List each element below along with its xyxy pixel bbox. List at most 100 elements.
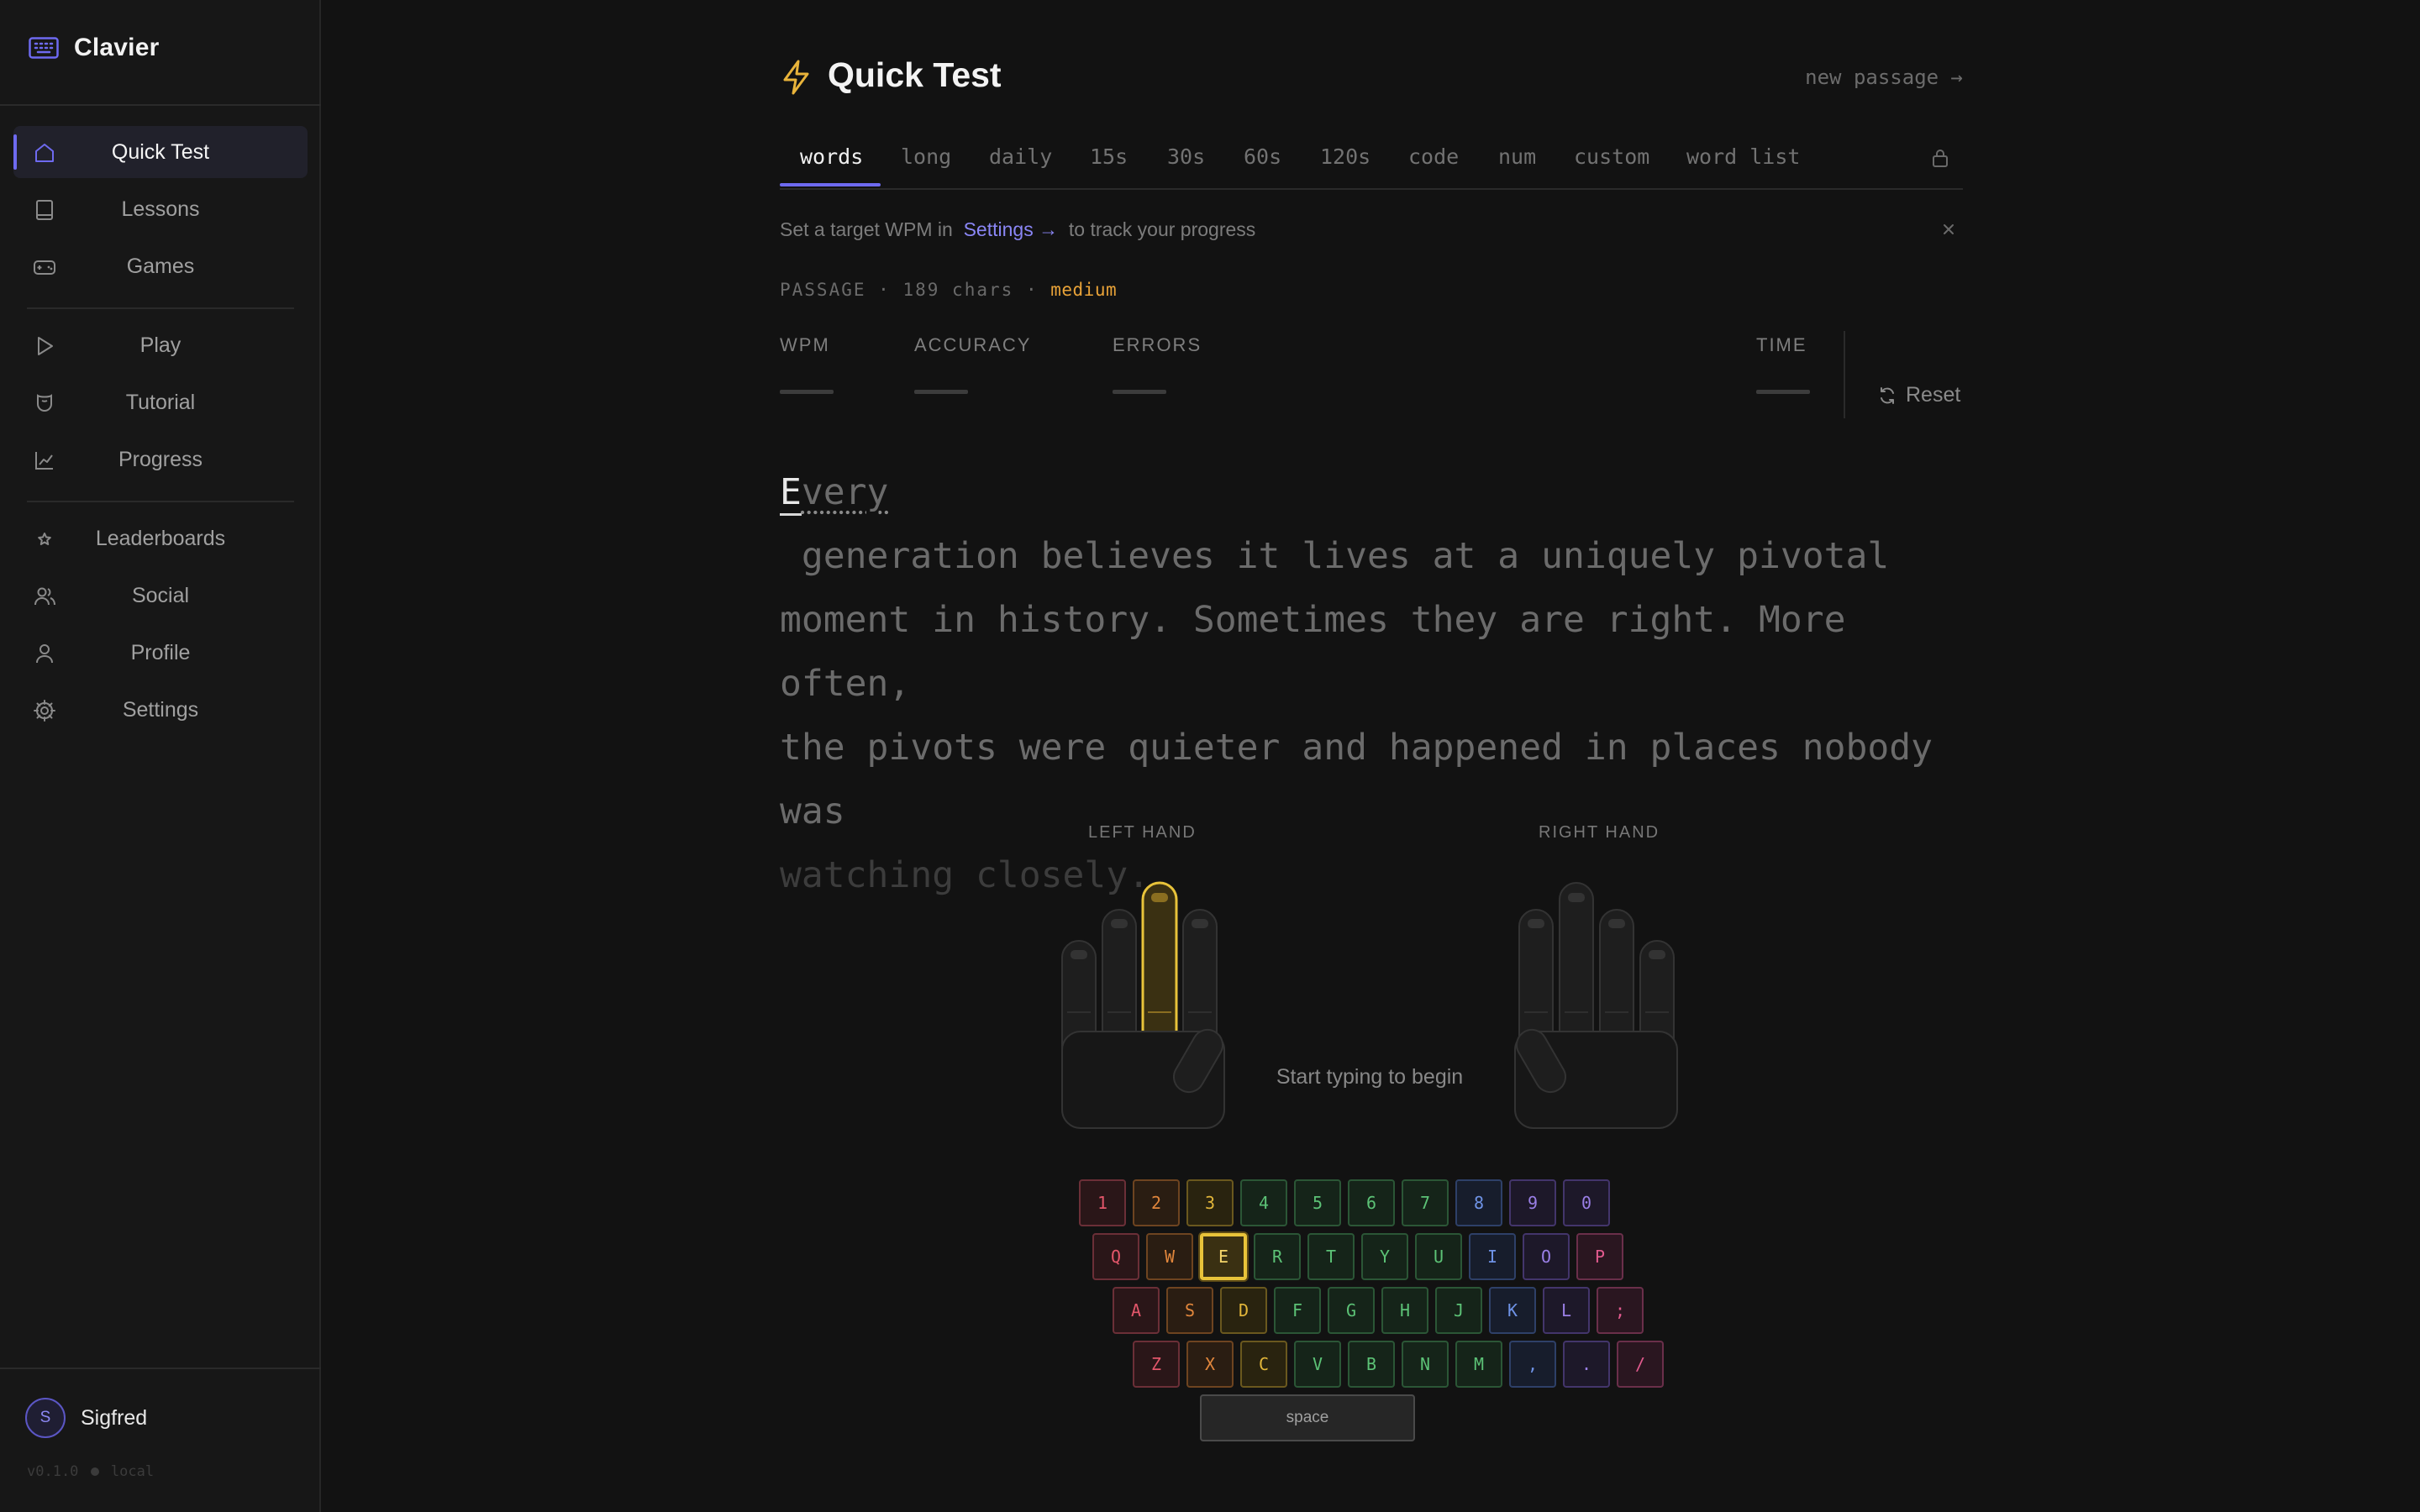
sidebar-item-quick-test[interactable]: Quick Test [13, 126, 308, 178]
sidebar-item-tutorial[interactable]: Tutorial [13, 376, 308, 428]
sidebar-item-profile[interactable]: Profile [13, 627, 308, 679]
key-slash[interactable]: / [1617, 1341, 1664, 1388]
sidebar-item-progress[interactable]: Progress [13, 433, 308, 486]
key-e[interactable]: E [1200, 1233, 1247, 1280]
sidebar-divider [27, 307, 294, 309]
sidebar-item-games[interactable]: Games [13, 240, 308, 292]
key-z[interactable]: Z [1133, 1341, 1180, 1388]
tab-word-list[interactable]: word list [1686, 144, 1800, 169]
sidebar-item-label: Lessons [121, 197, 200, 221]
play-icon [38, 337, 53, 355]
key-w[interactable]: W [1146, 1233, 1193, 1280]
tab-code[interactable]: code [1408, 144, 1459, 169]
key-q[interactable]: Q [1092, 1233, 1139, 1280]
key-8[interactable]: 8 [1455, 1179, 1502, 1226]
tab-60s[interactable]: 60s [1244, 144, 1281, 169]
key-o[interactable]: O [1523, 1233, 1570, 1280]
key-h[interactable]: H [1381, 1287, 1428, 1334]
stat-label: ERRORS [1113, 334, 1202, 355]
stat-placeholder [780, 390, 834, 394]
left-hand-label: LEFT HAND [1088, 823, 1197, 842]
sidebar-item-leaderboards[interactable]: Leaderboards [13, 512, 308, 564]
right-hand-diagram [1514, 882, 1678, 1129]
key-2[interactable]: 2 [1133, 1179, 1180, 1226]
sidebar-item-label: Leaderboards [95, 526, 226, 550]
refresh-icon [1881, 386, 1894, 404]
key-v[interactable]: V [1294, 1341, 1341, 1388]
key-r[interactable]: R [1254, 1233, 1301, 1280]
user-menu[interactable]: S Sigfred [25, 1398, 147, 1438]
key-semicolon[interactable]: ; [1597, 1287, 1644, 1334]
key-7[interactable]: 7 [1402, 1179, 1449, 1226]
separator: · [1025, 280, 1039, 300]
key-m[interactable]: M [1455, 1341, 1502, 1388]
key-l[interactable]: L [1543, 1287, 1590, 1334]
stat-placeholder [1756, 390, 1810, 394]
key-a[interactable]: A [1113, 1287, 1160, 1334]
sidebar-item-settings[interactable]: Settings [13, 684, 308, 736]
sidebar-item-play[interactable]: Play [13, 319, 308, 371]
key-comma[interactable]: , [1509, 1341, 1556, 1388]
sidebar-item-social[interactable]: Social [13, 570, 308, 622]
tab-long[interactable]: long [901, 144, 951, 169]
key-9[interactable]: 9 [1509, 1179, 1556, 1226]
separator: · [878, 280, 891, 300]
close-icon[interactable] [1939, 220, 1958, 239]
page-header: Quick Test new passage → [780, 54, 1963, 101]
tab-daily[interactable]: daily [989, 144, 1052, 169]
key-1[interactable]: 1 [1079, 1179, 1126, 1226]
lock-icon[interactable] [1931, 148, 1949, 168]
tab-num[interactable]: num [1498, 144, 1536, 169]
key-x[interactable]: X [1186, 1341, 1234, 1388]
active-tab-indicator [780, 183, 881, 186]
key-n[interactable]: N [1402, 1341, 1449, 1388]
key-6[interactable]: 6 [1348, 1179, 1395, 1226]
tab-120s[interactable]: 120s [1320, 144, 1370, 169]
tab-30s[interactable]: 30s [1167, 144, 1205, 169]
stat-label: ACCURACY [914, 334, 1032, 355]
key-f[interactable]: F [1274, 1287, 1321, 1334]
key-j[interactable]: J [1435, 1287, 1482, 1334]
cursor-char: E [780, 471, 802, 516]
key-b[interactable]: B [1348, 1341, 1395, 1388]
reset-button[interactable]: Reset [1877, 383, 1960, 407]
tab-15s[interactable]: 15s [1090, 144, 1128, 169]
key-u[interactable]: U [1415, 1233, 1462, 1280]
char-count: 189 chars [902, 280, 1014, 300]
sidebar-divider [27, 501, 294, 502]
key-i[interactable]: I [1469, 1233, 1516, 1280]
key-p[interactable]: P [1576, 1233, 1623, 1280]
passage-meta: PASSAGE · 189 chars · medium [780, 280, 1117, 300]
key-k[interactable]: K [1489, 1287, 1536, 1334]
key-s[interactable]: S [1166, 1287, 1213, 1334]
key-y[interactable]: Y [1361, 1233, 1408, 1280]
key-4[interactable]: 4 [1240, 1179, 1287, 1226]
stat-errors: ERRORS [1113, 334, 1202, 394]
new-passage-link[interactable]: new passage → [1805, 66, 1963, 89]
star-icon [38, 533, 51, 545]
key-0[interactable]: 0 [1563, 1179, 1610, 1226]
tab-custom[interactable]: custom [1574, 144, 1649, 169]
key-c[interactable]: C [1240, 1341, 1287, 1388]
key-t[interactable]: T [1307, 1233, 1355, 1280]
sidebar-item-label: Play [139, 333, 182, 357]
key-d[interactable]: D [1220, 1287, 1267, 1334]
sidebar-item-lessons[interactable]: Lessons [13, 183, 308, 235]
passage-line: watching closely. [780, 854, 1150, 896]
hand-icon [37, 394, 52, 412]
sidebar-item-label: Profile [130, 640, 191, 664]
sidebar-divider [0, 1368, 321, 1369]
sidebar-item-label: Games [126, 254, 195, 278]
key-space[interactable]: space [1200, 1394, 1415, 1441]
passage-label: PASSAGE [780, 280, 866, 300]
key-g[interactable]: G [1328, 1287, 1375, 1334]
passage-line: the pivots were quieter and happened in … [780, 727, 1933, 832]
settings-link[interactable]: Settings → [964, 218, 1059, 240]
key-3[interactable]: 3 [1186, 1179, 1234, 1226]
user-name: Sigfred [81, 1405, 148, 1430]
key-period[interactable]: . [1563, 1341, 1610, 1388]
key-5[interactable]: 5 [1294, 1179, 1341, 1226]
stat-accuracy: ACCURACY [914, 334, 1032, 394]
typing-passage[interactable]: Every generation believes it lives at a … [780, 460, 1973, 907]
tab-words[interactable]: words [800, 144, 863, 169]
